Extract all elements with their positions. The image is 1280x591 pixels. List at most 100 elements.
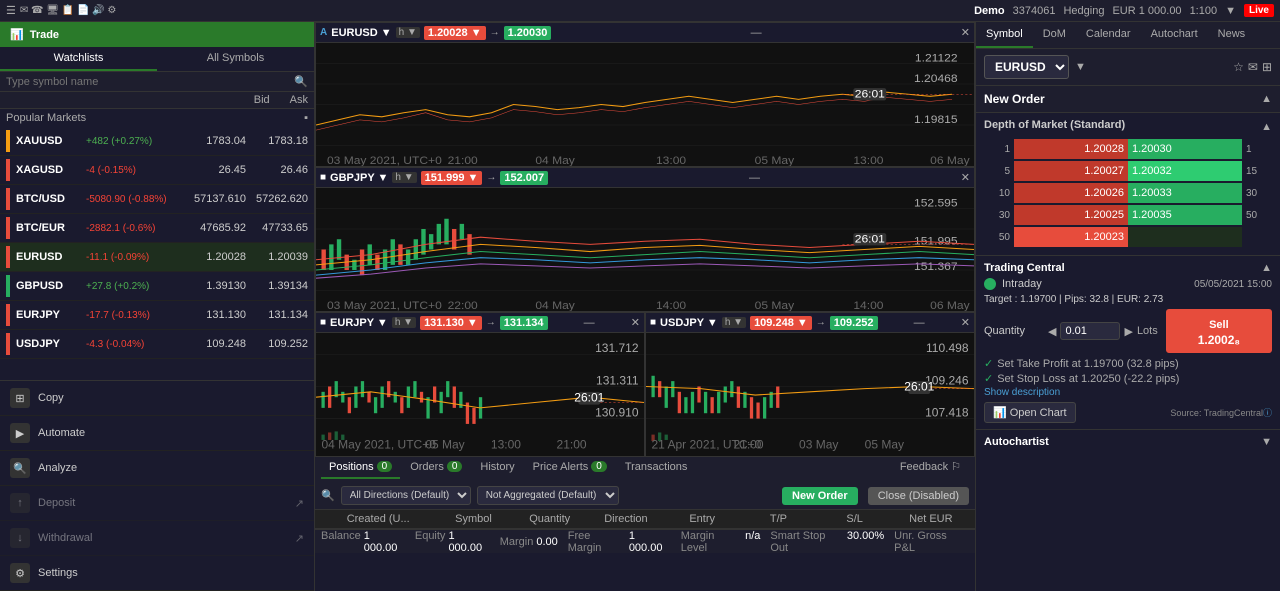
chart-type-b: ■ — [320, 172, 326, 183]
gbpjpy-chart-close[interactable]: ✕ — [961, 171, 970, 184]
dom-collapse[interactable]: ▲ — [1261, 121, 1272, 133]
market-item-eurjpy[interactable]: EURJPY -17.7 (-0.13%) 131.130 131.134 — [0, 301, 314, 330]
col-sl: S/L — [817, 513, 893, 525]
menu-item-withdrawal[interactable]: ↓ Withdrawal ↗ — [0, 521, 314, 556]
autochartist-header: Autochartist ▼ — [984, 436, 1272, 448]
usdjpy-arrow: → — [816, 317, 826, 328]
usdjpy-chart-min[interactable]: — — [914, 317, 925, 329]
account-number: 3374061 — [1013, 5, 1056, 17]
eurjpy-chart-close[interactable]: ✕ — [631, 316, 640, 329]
tc-expand-icon[interactable]: ▲ — [1261, 262, 1272, 274]
dom-ask-2[interactable]: 1.20032 — [1128, 161, 1242, 181]
symbol-actions: ☆ ✉ ⊞ — [1233, 60, 1272, 74]
expand-button[interactable]: ⊞ — [1262, 60, 1272, 74]
right-tab-calendar[interactable]: Calendar — [1076, 22, 1141, 48]
market-item-usdjpy[interactable]: USDJPY -4.3 (-0.04%) 109.248 109.252 — [0, 330, 314, 359]
direction-filter[interactable]: All Directions (Default) — [341, 486, 471, 505]
svg-text:13:00: 13:00 — [491, 438, 521, 452]
tab-transactions[interactable]: Transactions — [617, 457, 696, 479]
dom-ask-qty-1: 1 — [1242, 144, 1272, 155]
right-tab-news[interactable]: News — [1208, 22, 1256, 48]
trading-central-section: Trading Central ▲ Intraday 05/05/2021 15… — [976, 256, 1280, 430]
dom-row-2: 5 1.20027 1.20032 15 — [984, 161, 1272, 181]
tab-all-symbols[interactable]: All Symbols — [157, 47, 314, 71]
eurusd-chart-body: 1.21122 1.20468 1.19815 03 May 2021, UTC… — [316, 43, 974, 166]
menu-item-settings[interactable]: ⚙ Settings — [0, 556, 314, 591]
market-item-xauusd[interactable]: XAUUSD +482 (+0.27%) 1783.04 1783.18 — [0, 127, 314, 156]
dom-bid-4[interactable]: 1.20025 — [1014, 205, 1128, 225]
dom-bid-5[interactable]: 1.20023 — [1014, 227, 1128, 247]
collapse-icon[interactable]: ▪ — [304, 112, 308, 124]
qty-increase[interactable]: ▶ — [1124, 325, 1132, 338]
tab-watchlists[interactable]: Watchlists — [0, 47, 157, 71]
margin-level-label: Margin Level — [681, 530, 742, 554]
menu-item-analyze[interactable]: 🔍 Analyze — [0, 451, 314, 486]
tab-history[interactable]: History — [472, 457, 522, 479]
usdjpy-chart-close[interactable]: ✕ — [961, 316, 970, 329]
search-filter-icon[interactable]: 🔍 — [321, 489, 335, 502]
gbpjpy-chart-min[interactable]: — — [749, 172, 760, 184]
chart-type-d: ■ — [650, 317, 656, 328]
new-order-collapse[interactable]: ▲ — [1261, 93, 1272, 105]
autochartist-expand[interactable]: ▼ — [1261, 436, 1272, 448]
market-item-btceur[interactable]: BTC/EUR -2882.1 (-0.6%) 47685.92 47733.6… — [0, 214, 314, 243]
menu-item-copy[interactable]: ⊞ Copy — [0, 381, 314, 416]
hamburger-icon[interactable]: ☰ — [6, 4, 16, 17]
dom-section: Depth of Market (Standard) ▲ 1 1.20028 1… — [976, 113, 1280, 256]
eurjpy-chart-min[interactable]: — — [584, 317, 595, 329]
svg-text:21:00: 21:00 — [733, 438, 763, 452]
show-description-link[interactable]: Show description — [984, 387, 1272, 398]
aggregation-filter[interactable]: Not Aggregated (Default) — [477, 486, 619, 505]
margin-level-item: Margin Level n/a — [681, 530, 761, 554]
envelope-button[interactable]: ✉ — [1248, 60, 1258, 74]
tab-orders[interactable]: Orders 0 — [402, 457, 470, 479]
currency-display: EUR 1 000.00 — [1112, 5, 1181, 17]
market-item-gbpusd[interactable]: GBPUSD +27.8 (+0.2%) 1.39130 1.39134 — [0, 272, 314, 301]
qty-decrease[interactable]: ◀ — [1048, 325, 1056, 338]
tab-feedback[interactable]: Feedback ⚐ — [892, 456, 969, 479]
market-item-eurusd[interactable]: EURUSD -11.1 (-0.09%) 1.20028 1.20039 — [0, 243, 314, 272]
dom-ask-3[interactable]: 1.20033 — [1128, 183, 1242, 203]
dom-bid-2[interactable]: 1.20027 — [1014, 161, 1128, 181]
dom-bid-qty-2: 5 — [984, 166, 1014, 177]
right-tab-autochart[interactable]: Autochart — [1141, 22, 1208, 48]
market-item-xagusd[interactable]: XAGUSD -4 (-0.15%) 26.45 26.46 — [0, 156, 314, 185]
free-margin-label: Free Margin — [568, 530, 626, 554]
usdjpy-timeframe: h ▼ — [722, 317, 746, 328]
menu-item-automate[interactable]: ▶ Automate — [0, 416, 314, 451]
menu-item-deposit[interactable]: ↑ Deposit ↗ — [0, 486, 314, 521]
symbol-selector[interactable]: EURUSD — [984, 55, 1069, 79]
tc-info-icon[interactable]: ⓘ — [1263, 406, 1272, 419]
search-input[interactable] — [6, 76, 294, 88]
dom-ask-4[interactable]: 1.20035 — [1128, 205, 1242, 225]
dom-bid-1[interactable]: 1.20028 — [1014, 139, 1128, 159]
col-net-eur: Net EUR — [893, 513, 969, 525]
eurjpy-chart-header: ■ EURJPY ▼ h ▼ 131.130 ▼ → 131.134 — ✕ — [316, 313, 644, 333]
dom-ask-1[interactable]: 1.20030 — [1128, 139, 1242, 159]
quantity-input[interactable] — [1060, 322, 1120, 340]
market-item-btcusd[interactable]: BTC/USD -5080.90 (-0.88%) 57137.610 5726… — [0, 185, 314, 214]
market-ask: 109.252 — [246, 338, 308, 350]
leverage-display: 1:100 — [1190, 5, 1218, 17]
svg-text:04 May: 04 May — [535, 154, 575, 166]
right-tab-dom[interactable]: DoM — [1033, 22, 1076, 48]
new-order-button[interactable]: New Order — [782, 487, 858, 505]
dom-bid-3[interactable]: 1.20026 — [1014, 183, 1128, 203]
positions-columns-header: Created (U... Symbol Quantity Direction … — [315, 510, 975, 529]
eurjpy-bid-badge: 131.130 ▼ — [420, 316, 482, 330]
live-badge[interactable]: Live — [1244, 4, 1274, 17]
close-disabled-button[interactable]: Close (Disabled) — [868, 487, 969, 505]
sell-button[interactable]: Sell 1.2002₈ — [1166, 309, 1272, 353]
right-tab-symbol[interactable]: Symbol — [976, 22, 1033, 48]
equity-value: 1 000.00 — [448, 530, 489, 554]
gbpjpy-arrow: → — [486, 172, 496, 183]
open-chart-button[interactable]: 📊 Open Chart — [984, 402, 1076, 423]
col-entry: Entry — [664, 513, 740, 525]
history-label: History — [480, 461, 514, 473]
tab-positions[interactable]: Positions 0 — [321, 457, 400, 479]
eurusd-chart-min[interactable]: — — [751, 27, 762, 39]
eurusd-chart-close[interactable]: ✕ — [961, 26, 970, 39]
svg-text:26:01: 26:01 — [855, 88, 885, 101]
star-button[interactable]: ☆ — [1233, 60, 1244, 74]
tab-price-alerts[interactable]: Price Alerts 0 — [525, 457, 615, 479]
